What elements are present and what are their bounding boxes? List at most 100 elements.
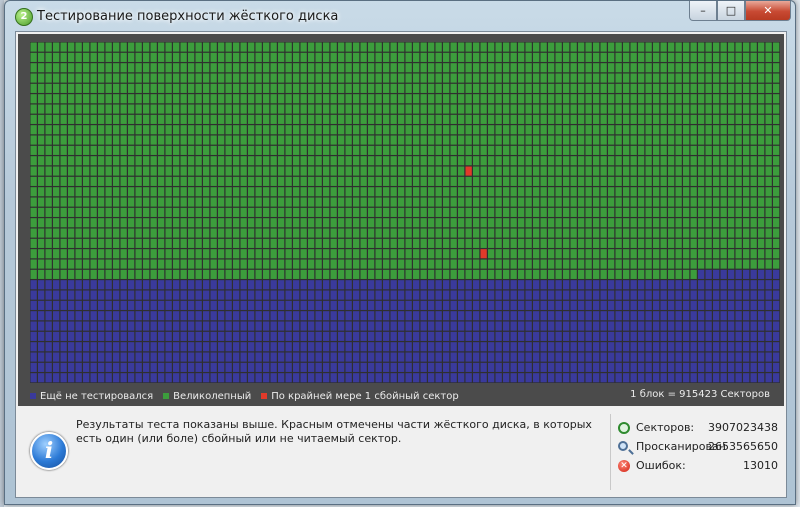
block-good [225,228,232,238]
block-good [188,52,195,62]
minimize-button[interactable]: – [689,1,717,21]
block-good [308,104,315,114]
block-untested [450,290,457,300]
block-good [308,269,315,279]
block-untested [533,373,540,383]
block-untested [398,331,405,341]
block-untested [503,352,510,362]
block-good [765,125,772,135]
block-good [120,83,127,93]
block-untested [435,362,442,372]
block-good [300,42,307,52]
block-good [45,52,52,62]
block-untested [128,280,135,290]
scanned-value: 2653565650 [708,440,778,453]
block-untested [233,290,240,300]
block-untested [375,373,382,383]
block-good [203,63,210,73]
block-good [480,63,487,73]
block-good [645,114,652,124]
block-untested [308,362,315,372]
block-good [660,83,667,93]
block-good [480,94,487,104]
block-untested [630,342,637,352]
block-untested [540,321,547,331]
block-good [38,187,45,197]
block-good [450,156,457,166]
block-good [405,52,412,62]
block-untested [188,331,195,341]
block-untested [53,311,60,321]
block-good [368,63,375,73]
block-untested [570,321,577,331]
block-untested [45,352,52,362]
block-untested [563,331,570,341]
block-good [263,197,270,207]
block-good [458,135,465,145]
block-untested [405,373,412,383]
block-good [503,228,510,238]
block-good [570,238,577,248]
block-good [383,197,390,207]
block-untested [360,352,367,362]
block-good [510,269,517,279]
block-good [30,94,37,104]
block-good [285,52,292,62]
block-good [165,249,172,259]
block-untested [765,342,772,352]
block-good [105,259,112,269]
block-good [443,249,450,259]
block-good [203,145,210,155]
block-untested [345,300,352,310]
block-good [143,156,150,166]
block-good [225,104,232,114]
block-untested [300,290,307,300]
block-untested [773,300,780,310]
info-icon: i [30,432,68,470]
block-good [263,249,270,259]
block-good [750,104,757,114]
block-good [765,166,772,176]
block-good [743,197,750,207]
block-good [105,63,112,73]
block-untested [518,362,525,372]
block-good [578,73,585,83]
block-untested [743,352,750,362]
block-good [773,125,780,135]
block-good [225,218,232,228]
block-good [405,249,412,259]
block-untested [480,352,487,362]
block-untested [690,342,697,352]
block-good [180,218,187,228]
block-good [503,83,510,93]
block-good [765,156,772,166]
block-untested [683,311,690,321]
maximize-button[interactable]: □ [717,1,745,21]
title-bar[interactable]: 2 Тестирование поверхности жёсткого диск… [5,1,795,31]
block-untested [158,311,165,321]
block-untested [308,342,315,352]
block-untested [105,280,112,290]
block-good [195,145,202,155]
block-good [615,269,622,279]
block-untested [255,362,262,372]
block-untested [728,321,735,331]
block-good [263,52,270,62]
block-good [323,145,330,155]
block-good [278,207,285,217]
block-good [645,125,652,135]
block-good [540,83,547,93]
block-good [540,238,547,248]
block-good [660,207,667,217]
block-good [375,135,382,145]
block-untested [758,352,765,362]
block-untested [503,342,510,352]
close-button[interactable]: ✕ [745,1,791,21]
block-good [30,176,37,186]
block-good [248,259,255,269]
block-good [375,156,382,166]
block-untested [428,300,435,310]
block-good [645,73,652,83]
block-good [488,218,495,228]
block-untested [180,342,187,352]
